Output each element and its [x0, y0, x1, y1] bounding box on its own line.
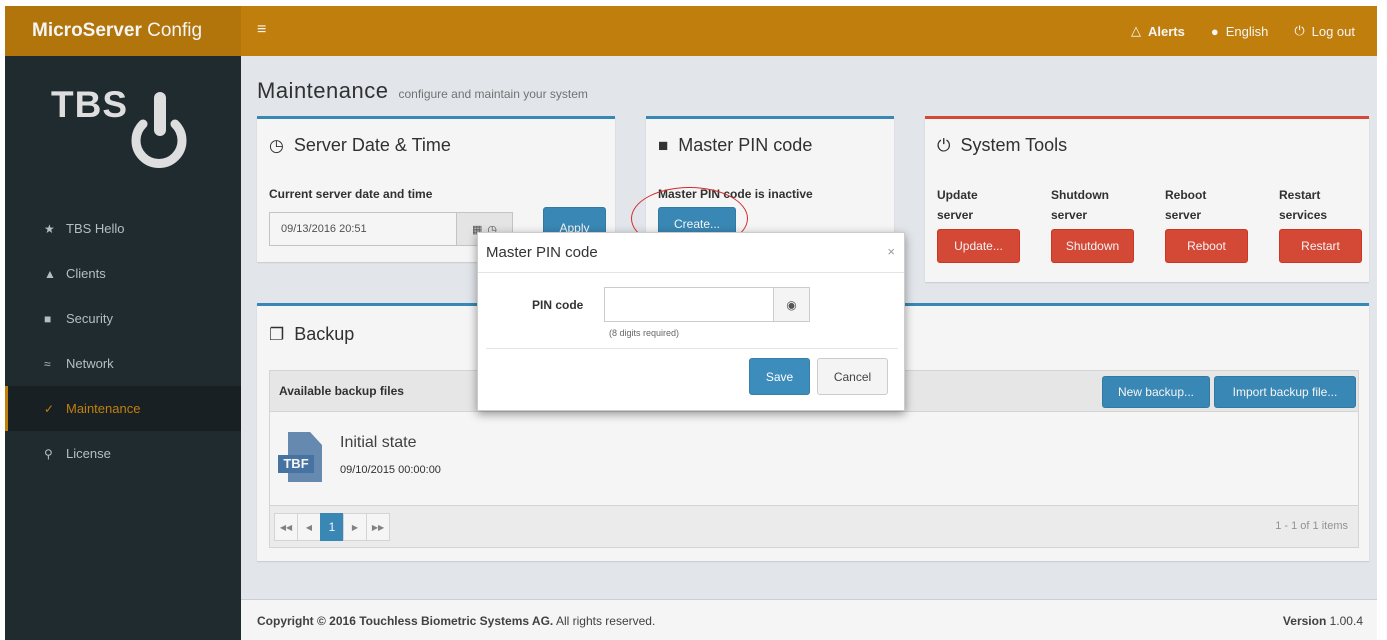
save-button[interactable]: Save [749, 358, 810, 395]
pin-help-text: (8 digits required) [609, 328, 680, 338]
pin-label: PIN code [532, 298, 584, 312]
eye-icon[interactable]: ◉ [773, 288, 809, 321]
cancel-button[interactable]: Cancel [817, 358, 888, 395]
close-icon[interactable]: × [887, 244, 895, 259]
master-pin-modal: Master PIN code × PIN code ◉ (8 digits r… [477, 232, 905, 411]
modal-title: Master PIN code [486, 244, 598, 261]
pin-input[interactable] [605, 288, 773, 321]
pin-input-group: ◉ [604, 287, 810, 322]
